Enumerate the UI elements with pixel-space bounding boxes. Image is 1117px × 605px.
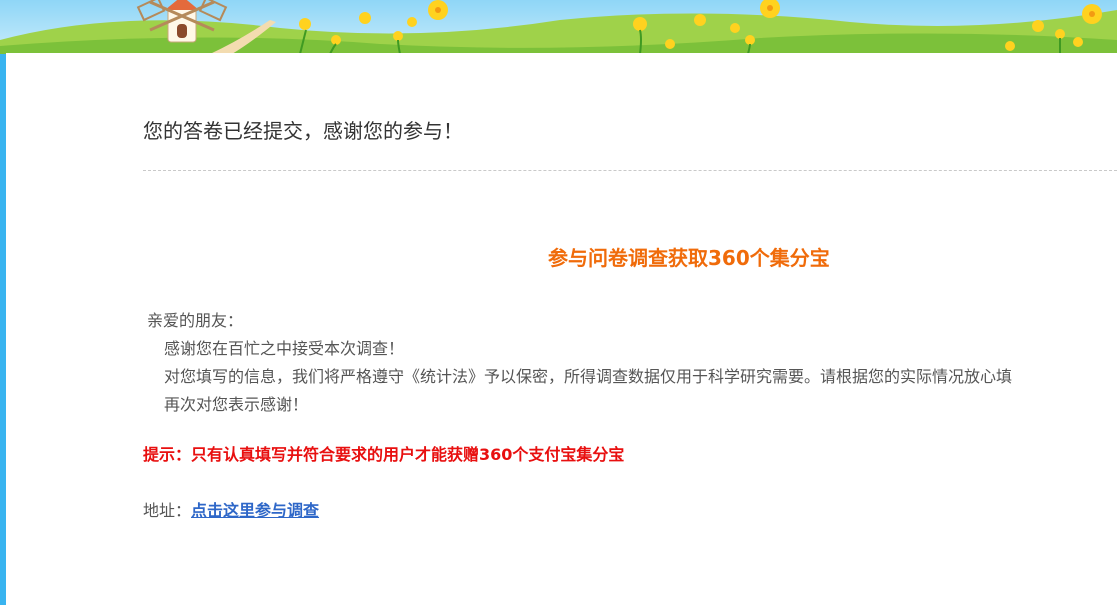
letter-line-3: 再次对您表示感谢！ <box>164 395 309 414</box>
address-label: 地址： <box>143 501 192 520</box>
letter-greeting: 亲爱的朋友： <box>147 311 244 330</box>
promo-title: 参与问卷调查获取360个集分宝 <box>548 246 830 270</box>
letter-line-2: 对您填写的信息，我们将严格遵守《统计法》予以保密，所得调查数据仅用于科学研究需要… <box>164 367 1013 386</box>
letter-line-1: 感谢您在百忙之中接受本次调查！ <box>164 339 405 358</box>
survey-link[interactable]: 点击这里参与调查 <box>191 501 319 520</box>
address-row: 地址：点击这里参与调查 <box>143 497 319 521</box>
header-banner <box>0 0 1117 54</box>
meadow-illustration <box>0 0 1117 54</box>
letter-body: 亲爱的朋友： 感谢您在百忙之中接受本次调查！ 对您填写的信息，我们将严格遵守《统… <box>147 307 1012 419</box>
submission-confirmation: 您的答卷已经提交，感谢您的参与！ <box>143 119 463 143</box>
content-card: 您的答卷已经提交，感谢您的参与！ 参与问卷调查获取360个集分宝 亲爱的朋友： … <box>6 53 1117 605</box>
tip-text: 提示：只有认真填写并符合要求的用户才能获赠360个支付宝集分宝 <box>143 445 625 464</box>
dashed-divider <box>143 170 1117 171</box>
